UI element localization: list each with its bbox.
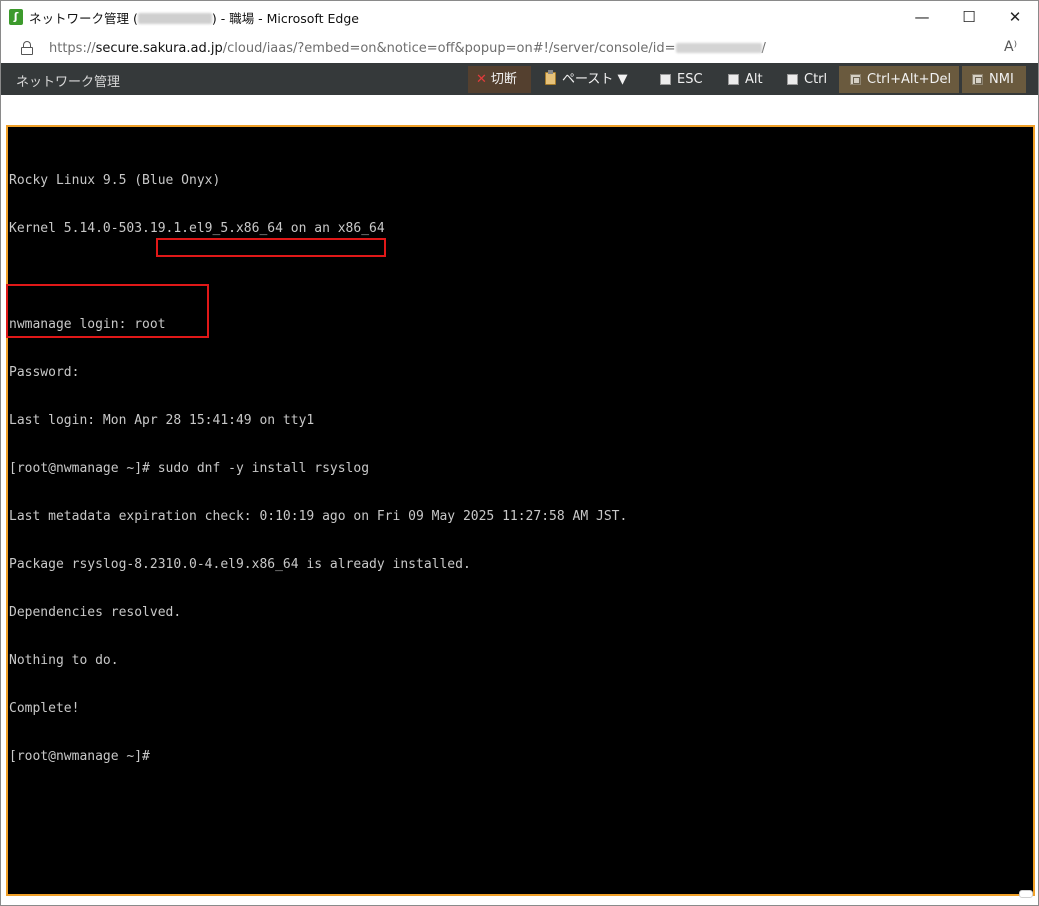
close-button[interactable]: ✕ bbox=[992, 1, 1038, 33]
checkbox-icon bbox=[660, 74, 671, 85]
redacted-server-id bbox=[137, 13, 212, 24]
window-title-prefix: ネットワーク管理 ( bbox=[29, 11, 138, 26]
disconnect-button[interactable]: ✕ 切断 bbox=[468, 66, 531, 93]
command-highlight-box bbox=[156, 238, 386, 257]
paste-button[interactable]: ペースト ▼ bbox=[538, 66, 646, 93]
address-bar[interactable]: https://secure.sakura.ad.jp/cloud/iaas/?… bbox=[1, 33, 1038, 63]
vnc-console-screen[interactable]: Rocky Linux 9.5 (Blue Onyx) Kernel 5.14.… bbox=[6, 125, 1035, 896]
toolbar-title: ネットワーク管理 bbox=[16, 75, 121, 90]
esc-label: ESC bbox=[677, 72, 703, 87]
window-title: ネットワーク管理 ( ) - 職場 - Microsoft Edge bbox=[29, 8, 359, 27]
read-aloud-icon[interactable]: A⁾ bbox=[1004, 39, 1017, 55]
url-path: /cloud/iaas/?embed=on&notice=off&popup=o… bbox=[222, 41, 676, 56]
terminal-line: Password: bbox=[9, 365, 80, 380]
console-toolbar: ネットワーク管理 ✕ 切断 ペースト ▼ ESC Alt Ctrl Ctrl+Al… bbox=[1, 63, 1038, 95]
browser-window: ʃ ネットワーク管理 () - 職場 - Microsoft Edge — ☐ … bbox=[0, 0, 1039, 906]
ctrl-key-button[interactable]: Ctrl bbox=[780, 66, 835, 93]
resize-grip-icon[interactable] bbox=[1019, 890, 1033, 898]
clipboard-icon bbox=[545, 70, 556, 85]
terminal-line: Dependencies resolved. bbox=[9, 605, 182, 620]
redacted-url-id bbox=[675, 43, 762, 53]
keyboard-icon bbox=[972, 74, 983, 85]
ctrl-label: Ctrl bbox=[804, 72, 828, 87]
window-title-suffix: ) - 職場 - Microsoft Edge bbox=[211, 11, 359, 26]
alt-key-button[interactable]: Alt bbox=[721, 66, 774, 93]
minimize-button[interactable]: — bbox=[899, 1, 945, 33]
terminal-line: Kernel 5.14.0-503.19.1.el9_5.x86_64 on a… bbox=[9, 221, 385, 236]
url-end: / bbox=[761, 41, 766, 56]
nmi-label: NMI bbox=[989, 72, 1014, 87]
alt-label: Alt bbox=[745, 72, 763, 87]
ctrl-alt-del-label: Ctrl+Alt+Del bbox=[867, 72, 952, 87]
edge-app-icon: ʃ bbox=[9, 9, 23, 25]
keyboard-icon bbox=[850, 74, 861, 85]
terminal-line: Last login: Mon Apr 28 15:41:49 on tty1 bbox=[9, 413, 315, 428]
title-bar: ʃ ネットワーク管理 () - 職場 - Microsoft Edge — ☐ … bbox=[1, 1, 1038, 33]
url-host: secure.sakura.ad.jp bbox=[95, 41, 223, 56]
paste-label: ペースト ▼ bbox=[562, 72, 628, 87]
terminal-line: [root@nwmanage ~]# sudo dnf -y install r… bbox=[9, 461, 370, 476]
result-highlight-box bbox=[6, 284, 209, 338]
checkbox-icon bbox=[728, 74, 739, 85]
terminal-line: Last metadata expiration check: 0:10:19 … bbox=[9, 509, 628, 524]
terminal-line: Complete! bbox=[9, 701, 80, 716]
disconnect-icon: ✕ bbox=[476, 72, 487, 87]
terminal-line: [root@nwmanage ~]# bbox=[9, 749, 150, 764]
ctrl-alt-del-button[interactable]: Ctrl+Alt+Del bbox=[839, 66, 959, 93]
checkbox-icon bbox=[787, 74, 798, 85]
terminal-line: Rocky Linux 9.5 (Blue Onyx) bbox=[9, 173, 221, 188]
esc-key-button[interactable]: ESC bbox=[653, 66, 715, 93]
url-text[interactable]: https://secure.sakura.ad.jp/cloud/iaas/?… bbox=[49, 41, 766, 56]
nmi-button[interactable]: NMI bbox=[962, 66, 1026, 93]
url-scheme: https:// bbox=[49, 41, 96, 56]
maximize-button[interactable]: ☐ bbox=[946, 1, 992, 33]
disconnect-label: 切断 bbox=[490, 72, 517, 87]
lock-icon[interactable] bbox=[21, 41, 33, 55]
terminal-line: Nothing to do. bbox=[9, 653, 119, 668]
terminal-line: Package rsyslog-8.2310.0-4.el9.x86_64 is… bbox=[9, 557, 471, 572]
